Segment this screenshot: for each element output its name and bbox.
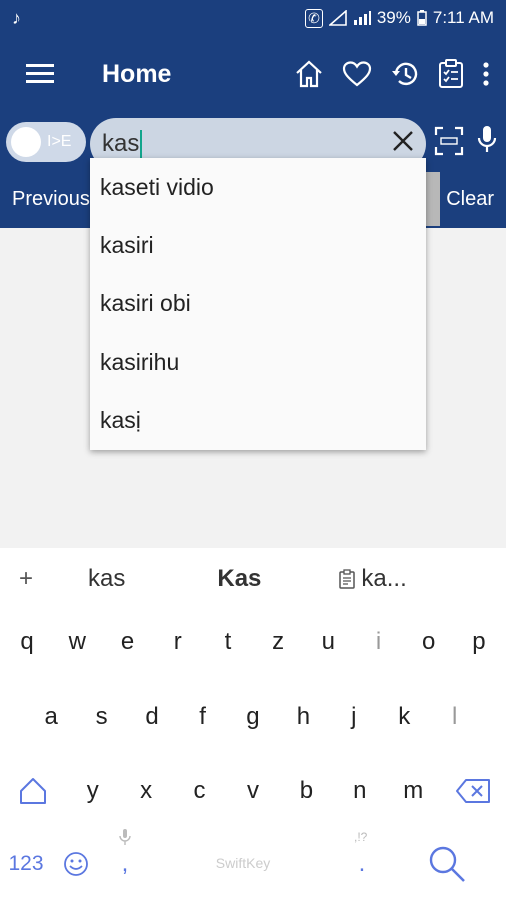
key[interactable]: z (253, 628, 303, 656)
search-input[interactable]: kas (102, 130, 143, 158)
suggestion-dropdown: kaseti vidio kasiri kasiri obi kasirihu … (90, 158, 426, 450)
keyboard-suggestion[interactable]: kas (88, 565, 125, 593)
hamburger-icon (26, 64, 54, 83)
clear-button[interactable]: Clear (446, 188, 494, 211)
suggestion-item[interactable]: kasiri (90, 216, 426, 274)
key[interactable]: c (173, 777, 226, 805)
key[interactable]: i (353, 628, 403, 656)
key[interactable]: h (278, 703, 328, 731)
key[interactable]: t (203, 628, 253, 656)
call-icon: ✆ (305, 8, 323, 28)
keyboard: + kas Kas ka... q w e r t z u i o p a s … (0, 548, 506, 900)
overflow-menu-button[interactable] (482, 61, 490, 87)
battery-icon (417, 10, 427, 26)
home-button[interactable] (294, 60, 324, 88)
key-row-2: a s d f g h j k l (0, 703, 506, 731)
ocr-scan-button[interactable] (434, 126, 464, 156)
key[interactable]: p (454, 628, 504, 656)
key[interactable]: f (177, 703, 227, 731)
heart-icon (342, 61, 372, 87)
history-icon (392, 62, 418, 86)
search-key[interactable] (388, 844, 506, 884)
key[interactable]: d (127, 703, 177, 731)
keyboard-suggestion[interactable]: Kas (217, 565, 261, 593)
space-bar[interactable]: SwiftKey (150, 855, 336, 873)
page-title: Home (102, 59, 172, 88)
mic-icon (477, 126, 497, 152)
battery-percent: 39% (376, 8, 411, 27)
numbers-key[interactable]: 123 (0, 852, 52, 876)
music-note-icon: ♪ (12, 7, 21, 28)
key[interactable]: j (329, 703, 379, 731)
key[interactable]: o (404, 628, 454, 656)
backspace-icon (455, 779, 490, 803)
history-button[interactable] (390, 60, 420, 88)
period-key[interactable]: ,!? . (336, 830, 388, 878)
key[interactable]: y (66, 777, 119, 805)
ocr-scan-icon (434, 126, 464, 156)
plus-icon[interactable]: + (0, 565, 52, 593)
status-bar: ♪ ✆ 39% 7:11 AM (0, 0, 506, 36)
swiftkey-logo: SwiftKey (215, 855, 271, 871)
key[interactable]: s (76, 703, 126, 731)
key[interactable]: k (379, 703, 429, 731)
clear-search-button[interactable] (390, 128, 416, 154)
shift-key[interactable] (0, 776, 66, 806)
toggle-knob (11, 127, 41, 157)
backspace-key[interactable] (440, 778, 506, 804)
language-toggle[interactable]: I>E (6, 122, 86, 162)
status-time: 7:11 AM (432, 8, 494, 27)
key[interactable]: w (52, 628, 102, 656)
suggestion-item[interactable]: kasiri obi (90, 275, 426, 333)
key[interactable]: n (333, 777, 386, 805)
previous-button[interactable]: Previous (12, 188, 90, 211)
key-row-4: 123 , SwiftKey ,!? . (0, 829, 506, 884)
wifi-signal-icon (328, 10, 347, 26)
keyboard-suggestion[interactable]: ka... (361, 565, 406, 593)
period-label: . (358, 850, 366, 877)
close-icon (393, 131, 413, 151)
suggestion-item[interactable]: kasirihu (90, 333, 426, 391)
key[interactable]: r (153, 628, 203, 656)
home-icon (296, 60, 322, 88)
key[interactable]: v (226, 777, 279, 805)
key-row-3: y x c v b n m (0, 776, 506, 806)
key[interactable]: x (119, 777, 172, 805)
clipboard-icon (439, 59, 463, 88)
toggle-label: I>E (47, 133, 72, 150)
cell-signal-icon (353, 10, 371, 26)
app-bar: Home (0, 36, 506, 112)
key[interactable]: g (228, 703, 278, 731)
comma-label: , (121, 850, 129, 877)
clipboard-button[interactable] (438, 59, 464, 89)
keyboard-suggestion-bar: + kas Kas ka... (0, 548, 506, 610)
voice-input-button[interactable] (476, 124, 498, 156)
favorites-button[interactable] (342, 60, 372, 88)
suggestion-item[interactable]: kasị (90, 392, 426, 450)
key[interactable]: e (102, 628, 152, 656)
menu-button[interactable] (0, 63, 80, 85)
emoji-key[interactable] (52, 851, 100, 877)
punct-hint: ,!? (354, 830, 368, 844)
key-row-1: q w e r t z u i o p (0, 628, 506, 656)
key[interactable]: a (26, 703, 76, 731)
shift-icon (20, 778, 46, 804)
search-icon (429, 846, 465, 882)
key[interactable]: b (280, 777, 333, 805)
key[interactable]: m (387, 777, 440, 805)
mic-small-icon (119, 829, 131, 845)
key[interactable]: u (303, 628, 353, 656)
clipboard-small-icon (339, 569, 356, 589)
emoji-icon (64, 852, 88, 876)
comma-key[interactable]: , (100, 829, 150, 878)
suggestion-item[interactable]: kaseti vidio (90, 158, 426, 216)
key[interactable]: l (430, 703, 480, 731)
more-vert-icon (483, 62, 489, 86)
key[interactable]: q (2, 628, 52, 656)
